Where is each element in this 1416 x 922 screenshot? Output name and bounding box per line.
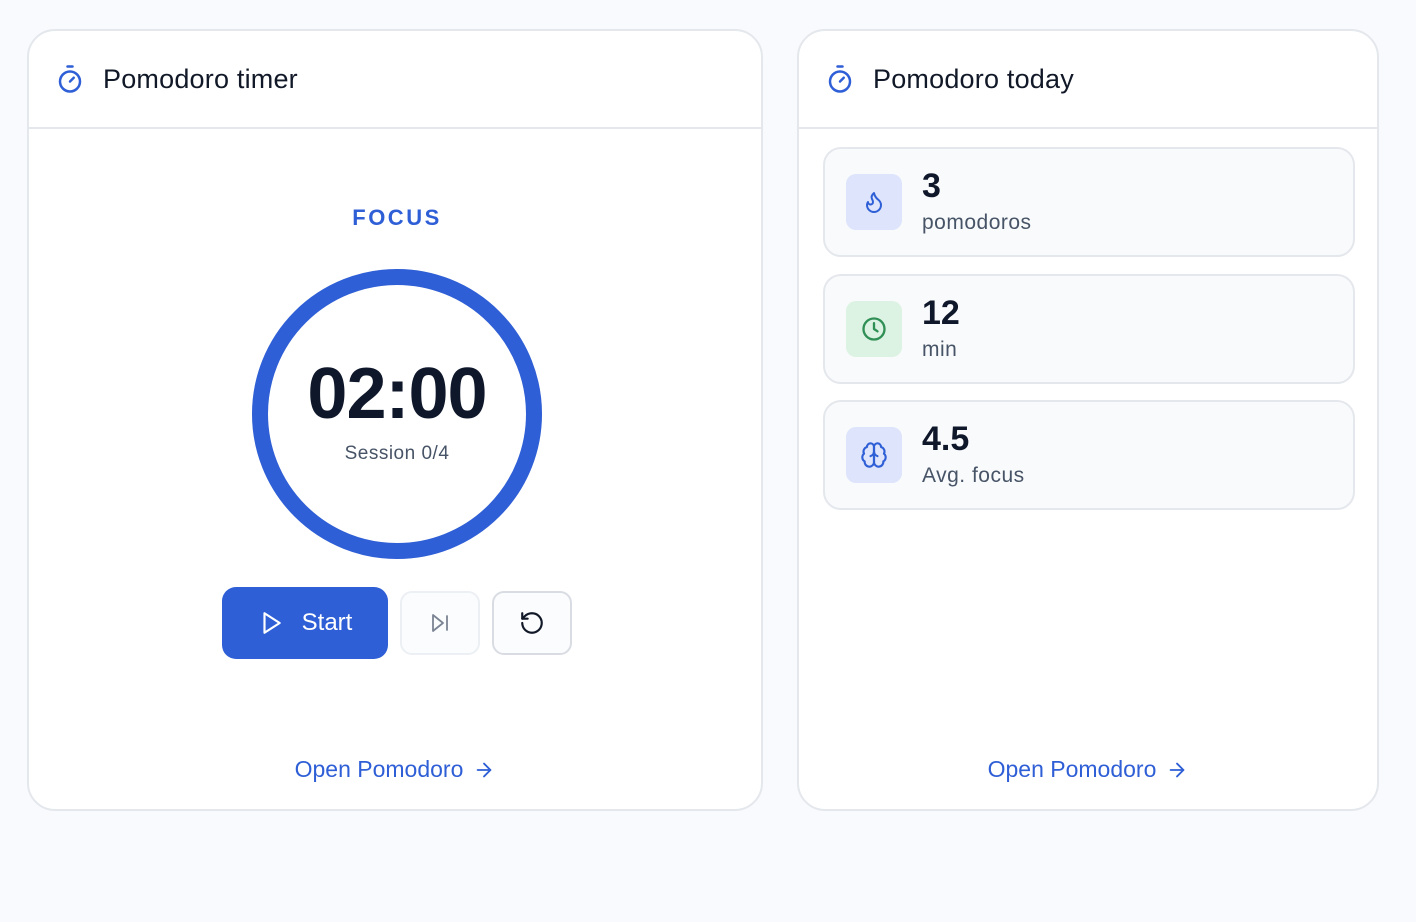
- brain-icon: [860, 441, 888, 469]
- clock-icon: [860, 315, 888, 343]
- stopwatch-icon: [55, 64, 85, 94]
- play-icon: [258, 610, 284, 636]
- card-title: Pomodoro timer: [103, 63, 298, 94]
- stat-label: pomodoros: [922, 211, 1032, 234]
- reset-button[interactable]: [492, 591, 572, 655]
- stat-value: 12: [922, 294, 960, 332]
- skip-button[interactable]: [400, 591, 480, 655]
- stat-icon-badge: [846, 301, 902, 357]
- today-card-header: Pomodoro today: [799, 31, 1377, 129]
- start-button-label: Start: [301, 609, 353, 636]
- stat-label: min: [922, 338, 958, 361]
- stat-minutes: 12 min: [823, 274, 1355, 384]
- session-counter: Session 0/4: [344, 443, 450, 464]
- arrow-right-icon: [473, 759, 495, 781]
- timer-display: 02:00: [307, 354, 487, 434]
- stat-value: 3: [922, 167, 941, 205]
- stat-pomodoros: 3 pomodoros: [823, 147, 1355, 257]
- timer-card-header: Pomodoro timer: [29, 31, 761, 129]
- stat-icon-badge: [846, 174, 902, 230]
- pomodoro-today-card: Pomodoro today 3 pomodoros 12 min 4.5 Av…: [797, 29, 1379, 811]
- stat-avg-focus: 4.5 Avg. focus: [823, 400, 1355, 510]
- stat-label: Avg. focus: [922, 464, 1025, 487]
- skip-forward-icon: [428, 611, 452, 635]
- timer-controls: Start: [222, 587, 572, 659]
- stat-icon-badge: [846, 427, 902, 483]
- phase-label: FOCUS: [352, 205, 442, 230]
- reset-icon: [519, 610, 545, 636]
- start-button[interactable]: Start: [222, 587, 388, 659]
- flame-icon: [862, 190, 886, 214]
- open-pomodoro-link-label: Open Pomodoro: [987, 756, 1157, 782]
- open-pomodoro-link-label: Open Pomodoro: [294, 756, 464, 782]
- card-title: Pomodoro today: [873, 63, 1074, 94]
- arrow-right-icon: [1166, 759, 1188, 781]
- pomodoro-timer-card: Pomodoro timer FOCUS 02:00 Session 0/4 S…: [27, 29, 763, 811]
- stat-value: 4.5: [922, 420, 970, 458]
- open-pomodoro-link[interactable]: Open Pomodoro: [29, 756, 761, 783]
- stopwatch-icon: [825, 64, 855, 94]
- open-pomodoro-link[interactable]: Open Pomodoro: [799, 756, 1377, 783]
